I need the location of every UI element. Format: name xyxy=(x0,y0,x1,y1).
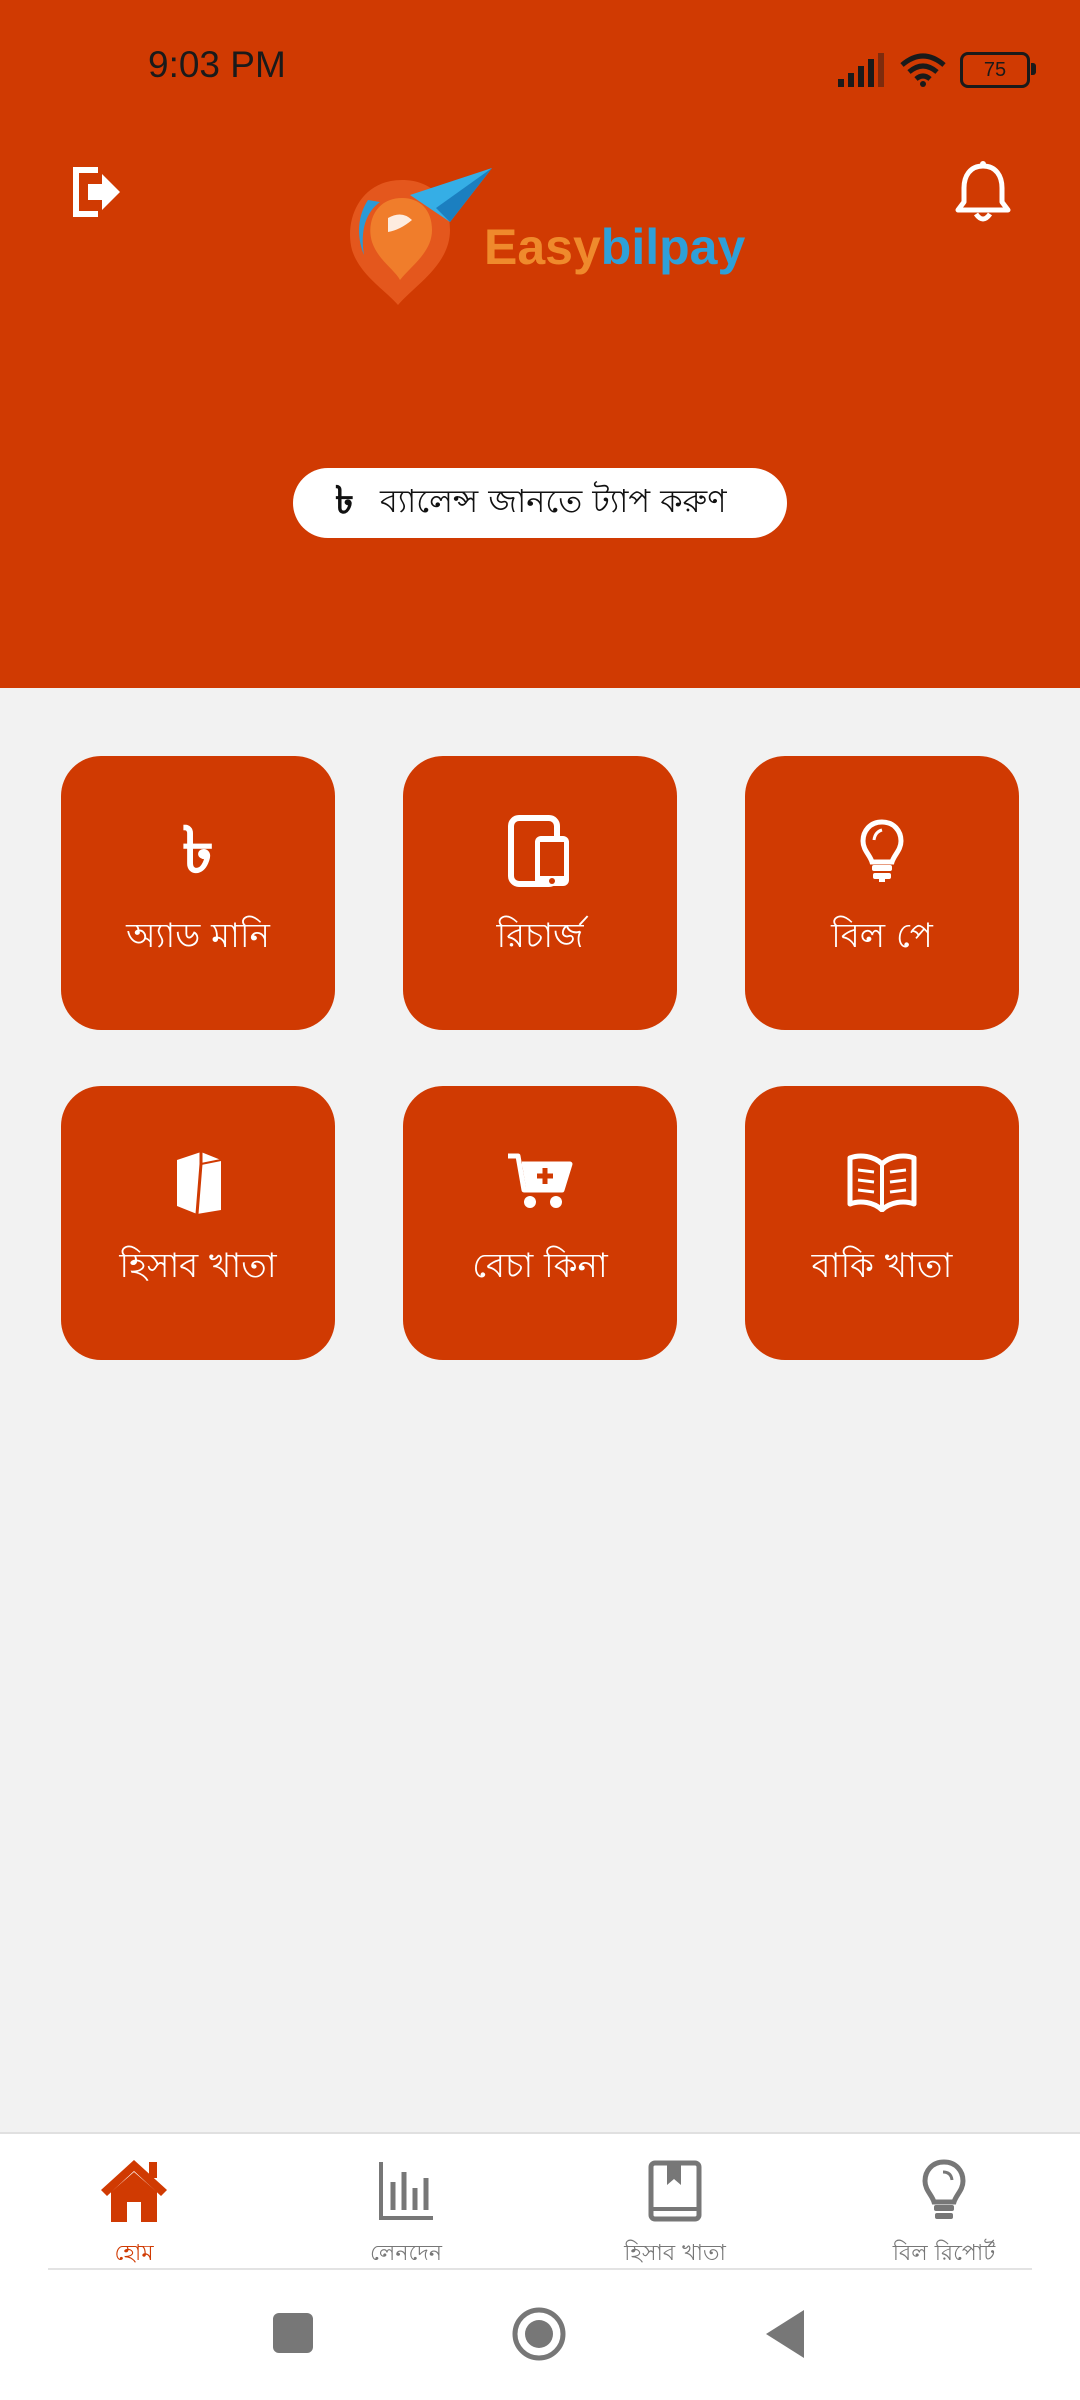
lightbulb-icon xyxy=(860,819,904,882)
back-icon[interactable] xyxy=(764,2308,806,2360)
status-time: 9:03 PM xyxy=(148,44,286,85)
status-icons: 75 xyxy=(838,50,1036,90)
bar-chart-icon xyxy=(379,2162,433,2220)
tile-label: রিচার্জ xyxy=(496,916,584,956)
nav-bill-report[interactable]: বিল রিপোর্ট xyxy=(834,2154,1054,2273)
nav-account-book[interactable]: হিসাব খাতা xyxy=(565,2154,785,2273)
book-icon xyxy=(177,1152,222,1214)
open-book-icon xyxy=(847,1153,917,1212)
nav-home[interactable]: হোম xyxy=(24,2154,244,2273)
tile-label: হিসাব খাতা xyxy=(119,1246,277,1286)
due-book-tile[interactable]: বাকি খাতা xyxy=(745,1086,1019,1360)
logout-icon[interactable] xyxy=(68,164,124,220)
balance-check-button[interactable]: ৳ ব্যালেন্স জানতে ট্যাপ করুণ xyxy=(293,468,787,538)
bookmark-book-icon xyxy=(648,2160,702,2222)
tile-label: অ্যাড মানি xyxy=(126,916,270,956)
home-circle-icon[interactable] xyxy=(511,2306,567,2362)
taka-icon: ৳ xyxy=(182,814,214,888)
nav-transactions[interactable]: লেনদেন xyxy=(296,2154,516,2273)
cart-plus-icon xyxy=(508,1153,573,1208)
account-book-tile[interactable]: হিসাব খাতা xyxy=(61,1086,335,1360)
tile-label: বাকি খাতা xyxy=(811,1246,953,1286)
tile-label: বেচা কিনা xyxy=(472,1246,608,1286)
divider xyxy=(48,2268,1032,2270)
system-navigation-bar xyxy=(0,2272,1080,2400)
add-money-tile[interactable]: ৳ অ্যাড মানি xyxy=(61,756,335,1030)
battery-indicator: 75 xyxy=(960,52,1036,88)
balance-hint-text: ব্যালেন্স জানতে ট্যাপ করুণ xyxy=(379,482,727,520)
taka-icon: ৳ xyxy=(335,478,354,522)
notification-bell-icon[interactable] xyxy=(952,160,1014,226)
bottom-navigation: হোম লেনদেন হিসাব খাতা বিল রিপোর্ট xyxy=(0,2132,1080,2274)
tile-label: বিল পে xyxy=(831,916,933,956)
lightbulb-icon xyxy=(922,2159,966,2219)
home-icon xyxy=(101,2160,167,2222)
wifi-icon xyxy=(900,53,946,87)
logo-text: Easybilpay xyxy=(484,219,746,275)
buy-sell-tile[interactable]: বেচা কিনা xyxy=(403,1086,677,1360)
recharge-tile[interactable]: রিচার্জ xyxy=(403,756,677,1030)
mobile-devices-icon xyxy=(508,815,569,887)
app-header xyxy=(0,0,1080,688)
bill-pay-tile[interactable]: বিল পে xyxy=(745,756,1019,1030)
signal-icon xyxy=(838,53,884,87)
recent-apps-icon[interactable] xyxy=(272,2312,314,2354)
